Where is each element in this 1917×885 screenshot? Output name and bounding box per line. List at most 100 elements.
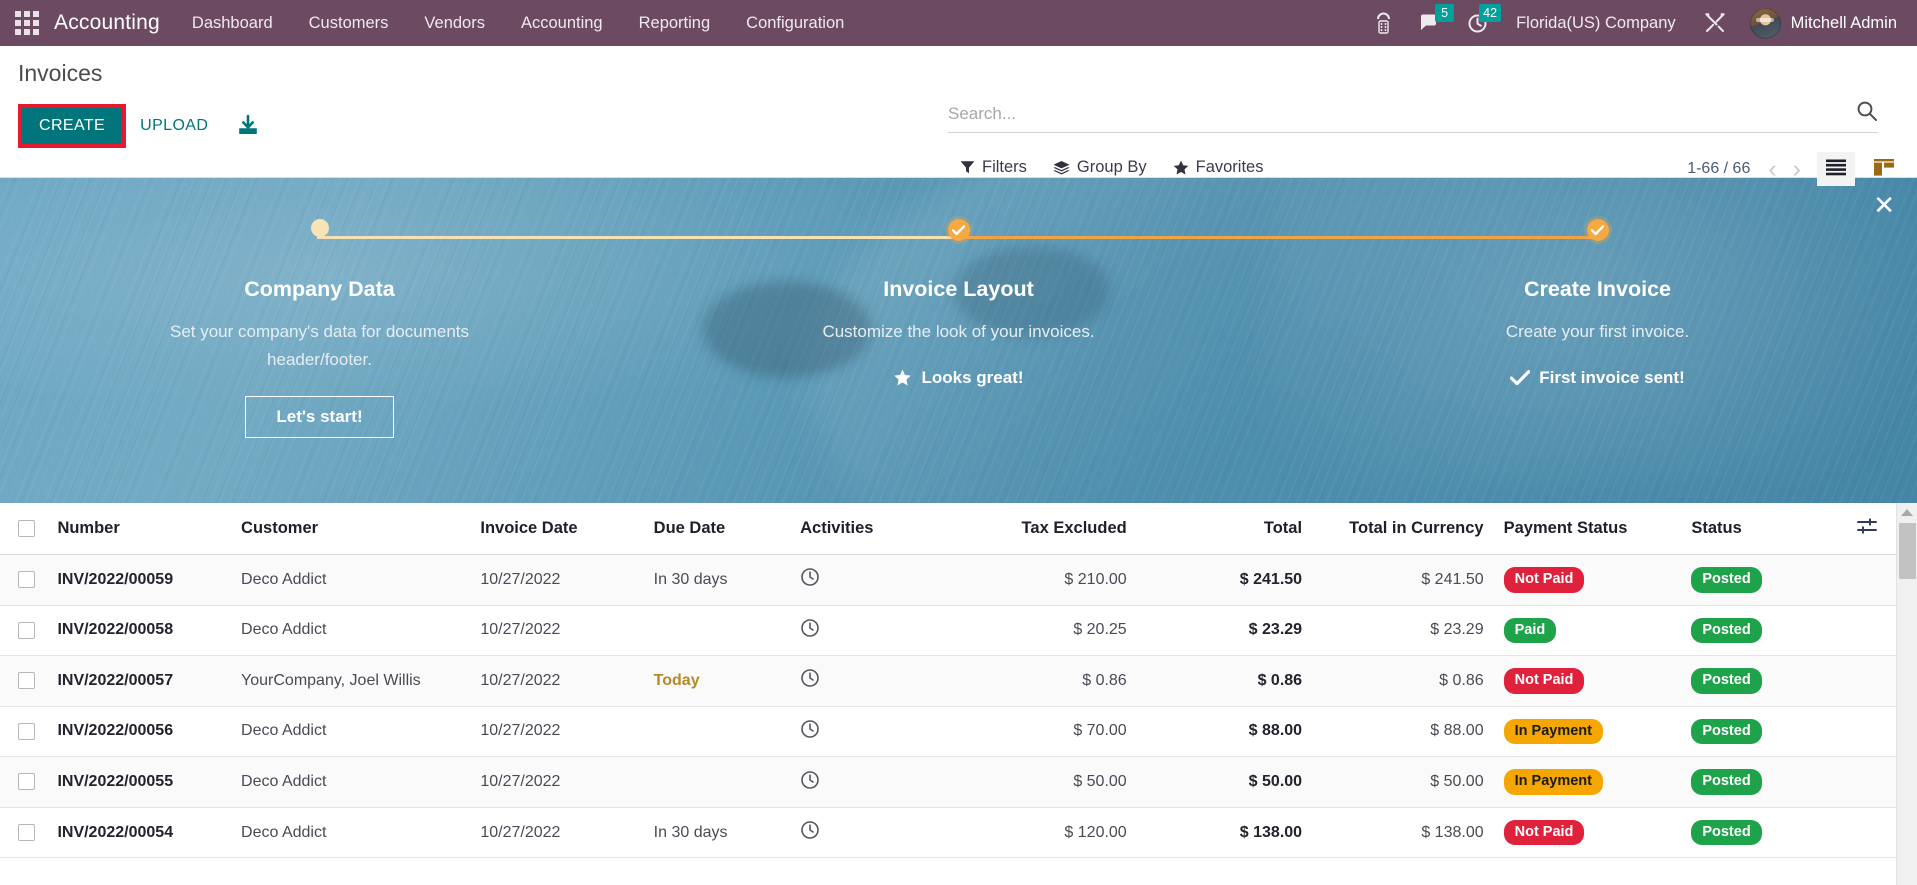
user-menu[interactable]: Mitchell Admin (1740, 0, 1903, 46)
apps-menu-icon[interactable] (12, 8, 42, 38)
table-header: Number Customer Invoice Date Due Date Ac… (0, 503, 1896, 555)
upload-button[interactable]: UPLOAD (126, 108, 222, 144)
column-settings-icon[interactable] (1857, 521, 1877, 539)
list-view-button[interactable] (1817, 152, 1855, 186)
activity-clock-icon[interactable] (800, 820, 820, 845)
step-title: Invoice Layout (883, 277, 1034, 302)
cell-customer: Deco Addict (231, 605, 470, 656)
status-badge: Posted (1691, 567, 1761, 593)
filters-label: Filters (982, 158, 1027, 177)
table-row[interactable]: INV/2022/00054Deco Addict10/27/2022In 30… (0, 807, 1896, 858)
pager-next-button[interactable]: › (1787, 157, 1807, 182)
cell-invoice-date: 10/27/2022 (470, 706, 643, 757)
pager-previous-button[interactable]: ‹ (1762, 157, 1782, 182)
scrollbar-thumb[interactable] (1899, 523, 1916, 579)
column-header-activities[interactable]: Activities (790, 503, 945, 555)
group-by-button[interactable]: Group By (1053, 158, 1147, 177)
favorites-button[interactable]: Favorites (1173, 158, 1264, 177)
column-header-invoice-date[interactable]: Invoice Date (470, 503, 643, 555)
star-icon (893, 369, 912, 387)
cell-number: INV/2022/00057 (57, 672, 173, 689)
column-header-number[interactable]: Number (47, 503, 231, 555)
row-select-cell (0, 555, 47, 606)
search-icon[interactable] (1856, 100, 1878, 127)
download-import-icon[interactable] (236, 114, 260, 138)
column-header-customer[interactable]: Customer (231, 503, 470, 555)
lets-start-button[interactable]: Let's start! (245, 396, 393, 438)
search-tools: Filters Group By Favorites (960, 158, 1263, 177)
menu-item-accounting[interactable]: Accounting (503, 0, 621, 46)
cell-tax-excluded: $ 210.00 (945, 555, 1137, 606)
row-checkbox[interactable] (18, 723, 35, 740)
breadcrumb[interactable]: Invoices (0, 46, 102, 87)
search-input[interactable] (948, 104, 1846, 124)
row-checkbox[interactable] (18, 672, 35, 689)
cell-activities (790, 706, 945, 757)
create-button-highlight: CREATE (18, 104, 126, 148)
activity-clock-icon[interactable] (800, 567, 820, 592)
tools-settings-icon[interactable] (1690, 0, 1740, 46)
column-header-status[interactable]: Status (1681, 503, 1838, 555)
cell-total-in-currency: $ 138.00 (1312, 807, 1494, 858)
select-all-checkbox[interactable] (18, 520, 35, 537)
onboarding-banner: ✕ Company Data Set your company's data f… (0, 178, 1917, 503)
table-row[interactable]: INV/2022/00055Deco Addict10/27/2022$ 50.… (0, 757, 1896, 808)
column-header-total[interactable]: Total (1137, 503, 1312, 555)
cell-number: INV/2022/00056 (57, 722, 173, 739)
column-header-total-in-currency[interactable]: Total in Currency (1312, 503, 1494, 555)
cell-tax-excluded: $ 120.00 (945, 807, 1137, 858)
cell-invoice-date: 10/27/2022 (470, 605, 643, 656)
payment-status-badge: Not Paid (1504, 567, 1585, 593)
menu-item-vendors[interactable]: Vendors (406, 0, 503, 46)
activity-clock-icon[interactable] (800, 770, 820, 795)
menu-item-reporting[interactable]: Reporting (621, 0, 729, 46)
select-all-header (0, 503, 47, 555)
cell-optional (1838, 706, 1896, 757)
company-switcher[interactable]: Florida(US) Company (1502, 14, 1690, 33)
activity-clock-icon[interactable] (800, 618, 820, 643)
onboarding-step-create-invoice: Create Invoice Create your first invoice… (1278, 178, 1917, 503)
row-select-cell (0, 605, 47, 656)
activities-icon[interactable]: 42 (1455, 0, 1502, 46)
invoices-table: Number Customer Invoice Date Due Date Ac… (0, 503, 1896, 858)
status-badge: Posted (1691, 820, 1761, 846)
menu-item-configuration[interactable]: Configuration (728, 0, 862, 46)
vertical-scrollbar[interactable] (1896, 503, 1917, 885)
step-indicator-pending-icon (311, 219, 329, 237)
main-menu: Dashboard Customers Vendors Accounting R… (174, 0, 862, 46)
column-header-tax-excluded[interactable]: Tax Excluded (945, 503, 1137, 555)
table-row[interactable]: INV/2022/00059Deco Addict10/27/2022In 30… (0, 555, 1896, 606)
cell-payment-status: Not Paid (1494, 656, 1682, 707)
row-select-cell (0, 706, 47, 757)
voip-phone-icon[interactable] (1361, 0, 1406, 46)
row-checkbox[interactable] (18, 622, 35, 639)
looks-great-link[interactable]: Looks great! (893, 368, 1023, 388)
row-checkbox[interactable] (18, 824, 35, 841)
kanban-view-button[interactable] (1865, 152, 1903, 186)
table-row[interactable]: INV/2022/00057YourCompany, Joel Willis10… (0, 656, 1896, 707)
payment-status-badge: Not Paid (1504, 668, 1585, 694)
activity-clock-icon[interactable] (800, 719, 820, 744)
first-invoice-sent-link[interactable]: First invoice sent! (1510, 368, 1684, 388)
messages-badge: 5 (1435, 4, 1454, 22)
row-checkbox[interactable] (18, 773, 35, 790)
menu-item-dashboard[interactable]: Dashboard (174, 0, 291, 46)
table-row[interactable]: INV/2022/00058Deco Addict10/27/2022$ 20.… (0, 605, 1896, 656)
cell-total: $ 241.50 (1240, 571, 1302, 588)
close-onboarding-button[interactable]: ✕ (1873, 192, 1895, 218)
table-row[interactable]: INV/2022/00056Deco Addict10/27/2022$ 70.… (0, 706, 1896, 757)
column-header-payment-status[interactable]: Payment Status (1494, 503, 1682, 555)
row-checkbox[interactable] (18, 571, 35, 588)
scroll-up-arrow-icon[interactable] (1901, 509, 1913, 516)
step-description: Create your first invoice. (1506, 318, 1689, 346)
activity-clock-icon[interactable] (800, 668, 820, 693)
favorites-label: Favorites (1196, 158, 1264, 177)
app-brand-accounting[interactable]: Accounting (52, 11, 174, 35)
cell-tax-excluded: $ 0.86 (945, 656, 1137, 707)
create-button[interactable]: CREATE (22, 108, 122, 144)
filters-button[interactable]: Filters (960, 158, 1027, 177)
menu-item-customers[interactable]: Customers (291, 0, 407, 46)
column-header-due-date[interactable]: Due Date (644, 503, 790, 555)
cell-optional (1838, 807, 1896, 858)
messages-icon[interactable]: 5 (1406, 0, 1455, 46)
